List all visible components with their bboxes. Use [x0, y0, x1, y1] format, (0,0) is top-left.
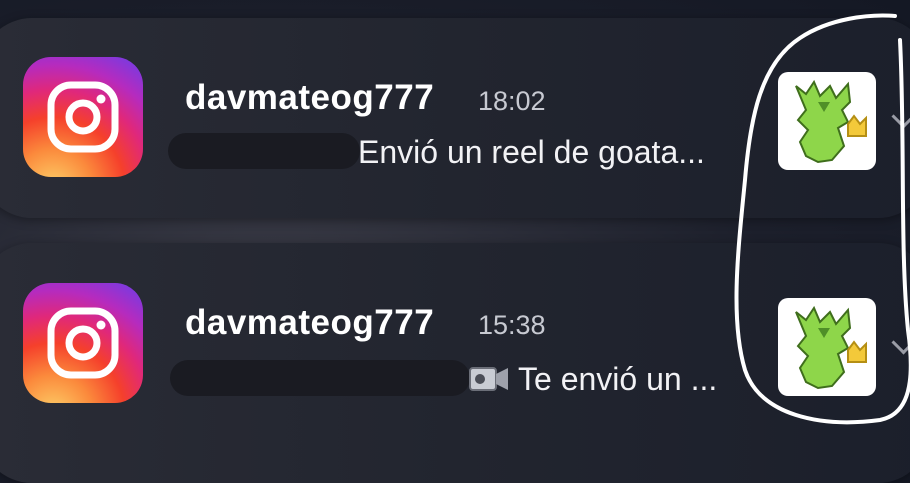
annotation-circle — [734, 13, 910, 425]
